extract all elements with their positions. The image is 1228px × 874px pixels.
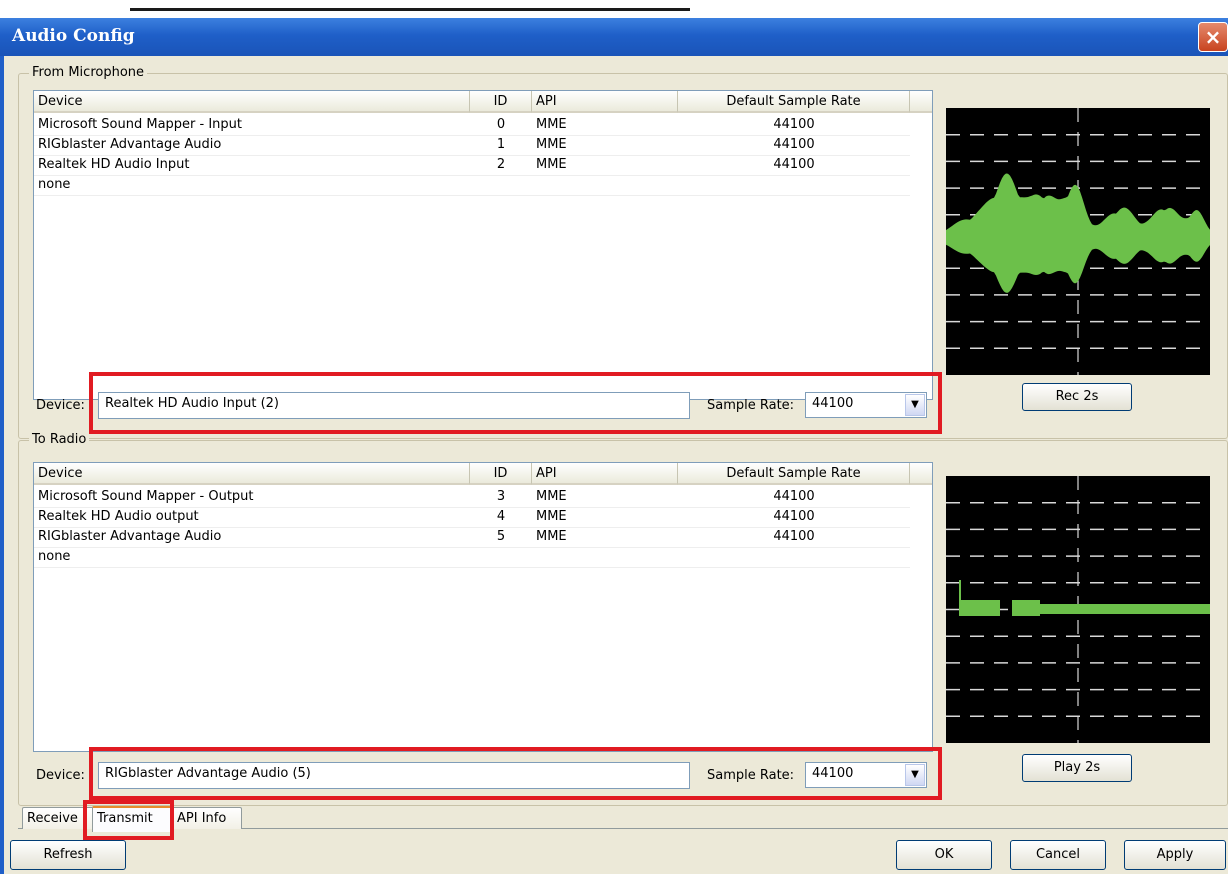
output-device-field[interactable]: RIGblaster Advantage Audio (5) <box>98 762 690 789</box>
input-waveform <box>946 108 1210 375</box>
table-cell-id[interactable] <box>470 548 532 568</box>
table-cell-api[interactable]: MME <box>532 156 678 176</box>
column-header-rate[interactable]: Default Sample Rate <box>678 463 910 485</box>
column-header-api[interactable]: API <box>532 463 678 485</box>
table-cell-rate[interactable] <box>678 548 910 568</box>
input-device-list[interactable]: Device ID API Default Sample Rate Micros… <box>33 90 933 400</box>
table-cell-rate[interactable]: 44100 <box>678 116 910 136</box>
input-sample-rate-value: 44100 <box>812 396 854 411</box>
table-cell-device[interactable]: none <box>34 548 470 568</box>
output-waveform-burst <box>1012 600 1040 616</box>
rec-2s-button[interactable]: Rec 2s <box>1022 383 1132 411</box>
to-radio-legend: To Radio <box>29 432 90 447</box>
apply-button[interactable]: Apply <box>1124 840 1226 870</box>
table-cell-id[interactable] <box>470 176 532 196</box>
input-waveform-signal <box>946 173 1210 293</box>
table-cell-rate[interactable]: 44100 <box>678 136 910 156</box>
output-waveform <box>946 476 1210 743</box>
from-microphone-legend: From Microphone <box>29 65 148 80</box>
table-cell-api[interactable]: MME <box>532 136 678 156</box>
input-sample-rate-label: Sample Rate: <box>707 398 795 413</box>
output-waveform-burst <box>960 600 1000 616</box>
chevron-down-icon[interactable]: ▼ <box>905 394 925 416</box>
input-device-field[interactable]: Realtek HD Audio Input (2) <box>98 392 690 419</box>
window-frame-left <box>0 56 4 874</box>
table-cell-rate[interactable] <box>678 176 910 196</box>
column-header-device[interactable]: Device <box>34 463 470 485</box>
title-bar[interactable] <box>0 18 1228 56</box>
table-cell-id[interactable]: 0 <box>470 116 532 136</box>
table-cell-id[interactable]: 1 <box>470 136 532 156</box>
column-header-filler <box>910 91 932 113</box>
table-cell-api[interactable]: MME <box>532 508 678 528</box>
table-cell-api[interactable]: MME <box>532 488 678 508</box>
cancel-button[interactable]: Cancel <box>1010 840 1106 870</box>
chevron-down-icon[interactable]: ▼ <box>905 764 925 786</box>
table-cell-api[interactable] <box>532 176 678 196</box>
table-cell-device[interactable]: none <box>34 176 470 196</box>
table-cell-api[interactable] <box>532 548 678 568</box>
table-cell-device[interactable]: RIGblaster Advantage Audio <box>34 528 470 548</box>
output-device-list[interactable]: Device ID API Default Sample Rate Micros… <box>33 462 933 752</box>
table-cell-device[interactable]: Realtek HD Audio output <box>34 508 470 528</box>
table-cell-device[interactable]: Realtek HD Audio Input <box>34 156 470 176</box>
column-header-device[interactable]: Device <box>34 91 470 113</box>
input-sample-rate-select[interactable]: 44100 ▼ <box>805 392 927 418</box>
table-cell-id[interactable]: 5 <box>470 528 532 548</box>
column-header-rate[interactable]: Default Sample Rate <box>678 91 910 113</box>
output-device-label: Device: <box>36 768 85 783</box>
close-button[interactable]: × <box>1198 22 1228 52</box>
table-cell-device[interactable]: Microsoft Sound Mapper - Input <box>34 116 470 136</box>
close-icon: × <box>1204 25 1222 49</box>
table-cell-rate[interactable]: 44100 <box>678 156 910 176</box>
column-header-id[interactable]: ID <box>470 463 532 485</box>
table-cell-api[interactable]: MME <box>532 528 678 548</box>
tab-api-info[interactable]: API Info <box>172 807 242 829</box>
table-cell-device[interactable]: Microsoft Sound Mapper - Output <box>34 488 470 508</box>
output-sample-rate-label: Sample Rate: <box>707 768 795 783</box>
column-header-filler <box>910 463 932 485</box>
table-cell-rate[interactable]: 44100 <box>678 528 910 548</box>
output-waveform-scope <box>946 476 1210 743</box>
input-device-label: Device: <box>36 398 85 413</box>
play-2s-button[interactable]: Play 2s <box>1022 754 1132 782</box>
table-cell-rate[interactable]: 44100 <box>678 508 910 528</box>
table-cell-api[interactable]: MME <box>532 116 678 136</box>
output-waveform-signal <box>1040 604 1210 614</box>
table-cell-id[interactable]: 2 <box>470 156 532 176</box>
column-header-id[interactable]: ID <box>470 91 532 113</box>
background-line <box>130 8 690 11</box>
ok-button[interactable]: OK <box>896 840 992 870</box>
transmit-tab-highlight <box>83 800 174 840</box>
output-sample-rate-value: 44100 <box>812 766 854 781</box>
input-waveform-scope <box>946 108 1210 375</box>
window-title: Audio Config <box>12 26 135 46</box>
table-cell-id[interactable]: 3 <box>470 488 532 508</box>
table-cell-rate[interactable]: 44100 <box>678 488 910 508</box>
table-cell-device[interactable]: RIGblaster Advantage Audio <box>34 136 470 156</box>
output-sample-rate-select[interactable]: 44100 ▼ <box>805 762 927 788</box>
table-cell-id[interactable]: 4 <box>470 508 532 528</box>
refresh-button[interactable]: Refresh <box>10 840 126 870</box>
column-header-api[interactable]: API <box>532 91 678 113</box>
